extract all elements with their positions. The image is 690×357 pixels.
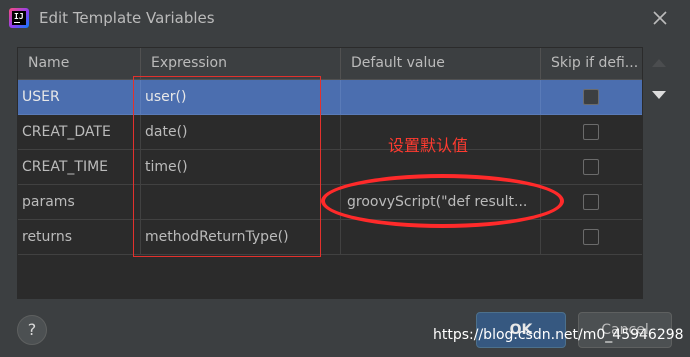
skip-if-defined-checkbox[interactable]: [583, 194, 599, 210]
column-header-skip-if-defined[interactable]: Skip if defi...: [541, 48, 642, 79]
expression-highlight-rectangle: [133, 76, 321, 257]
skip-if-defined-checkbox[interactable]: [583, 89, 599, 105]
close-icon[interactable]: [646, 4, 674, 32]
move-down-icon[interactable]: [652, 91, 666, 99]
column-header-expression[interactable]: Expression: [141, 48, 341, 79]
annotation-label: 设置默认值: [388, 136, 469, 155]
variable-name-cell[interactable]: returns: [18, 220, 141, 255]
skip-cell: [541, 150, 642, 185]
variable-name-cell[interactable]: CREAT_DATE: [18, 115, 141, 150]
skip-if-defined-checkbox[interactable]: [583, 124, 599, 140]
variables-table: Name Expression Default value Skip if de…: [17, 47, 643, 299]
title-bar: IJ Edit Template Variables: [0, 0, 690, 38]
help-button[interactable]: ?: [17, 315, 47, 345]
variable-name-cell[interactable]: CREAT_TIME: [18, 150, 141, 185]
column-header-default-value[interactable]: Default value: [341, 48, 541, 79]
column-header-name[interactable]: Name: [18, 48, 141, 79]
table-row[interactable]: CREAT_TIME time(): [18, 150, 642, 185]
table-row[interactable]: returns methodReturnType(): [18, 220, 642, 255]
skip-if-defined-checkbox[interactable]: [583, 159, 599, 175]
move-up-icon[interactable]: [652, 59, 666, 67]
variable-name-cell[interactable]: params: [18, 185, 141, 220]
row-move-controls: [646, 47, 672, 297]
table-row[interactable]: CREAT_DATE date(): [18, 115, 642, 150]
table-row[interactable]: USER user(): [18, 80, 642, 115]
dialog-title: Edit Template Variables: [39, 9, 215, 27]
default-value-cell[interactable]: [341, 80, 541, 115]
skip-if-defined-checkbox[interactable]: [583, 229, 599, 245]
default-value-highlight-ellipse: [321, 174, 564, 228]
skip-cell: [541, 115, 642, 150]
watermark-url: https://blog.csdn.net/m0_45946298: [433, 327, 684, 343]
skip-cell: [541, 220, 642, 255]
variable-name-cell[interactable]: USER: [18, 80, 141, 115]
intellij-app-icon: IJ: [9, 8, 29, 28]
table-header: Name Expression Default value Skip if de…: [18, 48, 642, 80]
skip-cell: [541, 80, 642, 115]
